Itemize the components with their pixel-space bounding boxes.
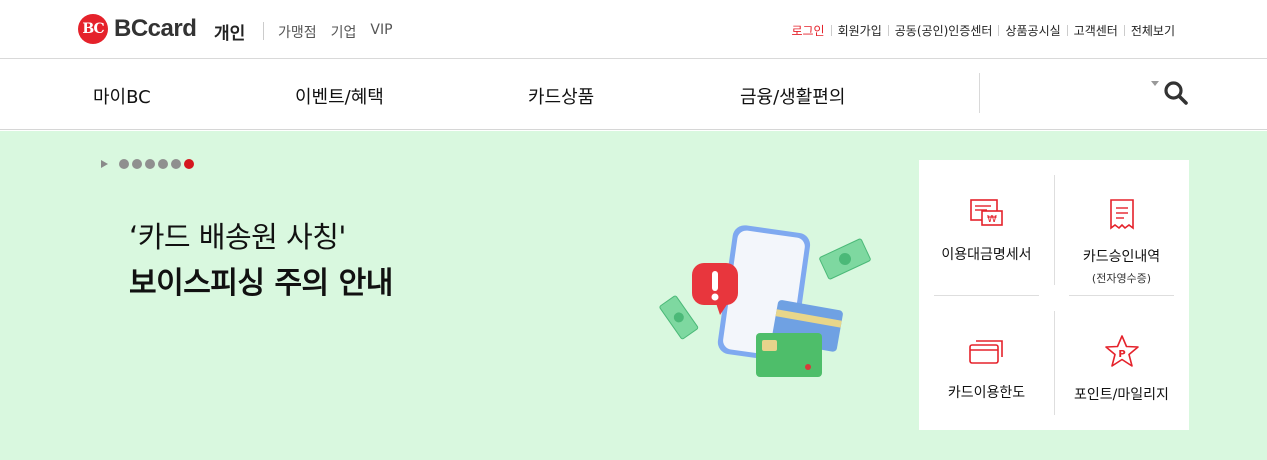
customer-center-link[interactable]: 고객센터 <box>1068 22 1124 39</box>
search-icon[interactable] <box>1163 80 1189 106</box>
signup-link[interactable]: 회원가입 <box>832 22 888 39</box>
quick-label-approval-history: 카드승인내역 <box>1082 249 1161 265</box>
svg-text:₩: ₩ <box>987 214 997 225</box>
slide-dot-5[interactable] <box>171 159 181 169</box>
quick-menu-panel: ₩ 이용대금명세서 카드승인내역 (전자영수증) 카드이용한도 P 포인트/마일… <box>919 160 1189 430</box>
segment-merchant[interactable]: 가맹점 <box>278 22 317 42</box>
main-navigation: 마이BC 이벤트/혜택 카드상품 금융/생활편의 <box>0 60 1267 130</box>
gnb-my-bc[interactable]: 마이BC <box>93 83 151 109</box>
quick-item-card-limit[interactable]: 카드이용한도 <box>919 336 1054 402</box>
quick-item-points-mileage[interactable]: P 포인트/마일리지 <box>1054 334 1189 404</box>
quick-item-approval-history[interactable]: 카드승인내역 (전자영수증) <box>1054 198 1189 286</box>
quick-divider <box>1069 295 1174 296</box>
slide-dot-3[interactable] <box>145 159 155 169</box>
brand-name: BCcard <box>114 15 197 42</box>
segment-personal[interactable]: 개인 <box>214 19 245 44</box>
quick-sub-e-receipt: (전자영수증) <box>1091 272 1152 285</box>
hero-title-line2[interactable]: 보이스피싱 주의 안내 <box>129 258 393 302</box>
quick-label-points: 포인트/마일리지 <box>1074 387 1169 403</box>
gnb-divider <box>979 73 980 113</box>
segment-divider <box>263 22 264 40</box>
segment-vip[interactable]: VIP <box>370 22 392 42</box>
slide-indicators <box>101 159 194 169</box>
card-limit-icon <box>968 340 1003 364</box>
slide-dot-2[interactable] <box>132 159 142 169</box>
gnb-events-benefits[interactable]: 이벤트/혜택 <box>295 83 384 109</box>
slide-dot-1[interactable] <box>119 159 129 169</box>
product-disclosure-link[interactable]: 상품공시실 <box>999 22 1066 39</box>
quick-label-statement: 이용대금명세서 <box>941 247 1032 263</box>
svg-text:P: P <box>1118 349 1125 360</box>
utility-nav: 로그인 회원가입 공동(공인)인증센터 상품공시실 고객센터 전체보기 <box>785 22 1181 39</box>
segment-links: 가맹점 기업 VIP <box>278 22 393 42</box>
certificate-center-link[interactable]: 공동(공인)인증센터 <box>889 22 999 39</box>
slide-dot-4[interactable] <box>158 159 168 169</box>
credit-card-icon <box>756 333 822 377</box>
quick-item-statement[interactable]: ₩ 이용대금명세서 <box>919 198 1054 264</box>
point-star-icon: P <box>1104 335 1139 367</box>
phone-card-warning-illustration <box>659 225 871 377</box>
view-all-link[interactable]: 전체보기 <box>1125 22 1181 39</box>
receipt-icon <box>1109 199 1134 230</box>
quick-label-card-limit: 카드이용한도 <box>947 385 1026 401</box>
gnb-card-products[interactable]: 카드상품 <box>528 83 594 109</box>
slide-dot-6-active[interactable] <box>184 159 194 169</box>
quick-divider <box>934 295 1039 296</box>
segment-corporate[interactable]: 기업 <box>331 22 357 42</box>
top-bar: BC BCcard 개인 가맹점 기업 VIP 로그인 회원가입 공동(공인)인… <box>0 0 1267 59</box>
statement-icon: ₩ <box>969 199 1003 226</box>
search-dropdown-caret-icon[interactable] <box>1151 81 1159 86</box>
hero-banner: ‘카드 배송원 사칭' 보이스피싱 주의 안내 ₩ 이용대금명세서 카드승인내역… <box>0 131 1267 460</box>
hero-title-line1[interactable]: ‘카드 배송원 사칭' <box>129 214 346 256</box>
gnb-finance-life[interactable]: 금융/생활편의 <box>740 83 845 109</box>
money-bill-icon <box>659 295 699 340</box>
bc-logo-mark-icon: BC <box>78 14 108 44</box>
money-bill-icon <box>819 238 871 280</box>
login-link[interactable]: 로그인 <box>785 22 830 39</box>
bccard-logo[interactable]: BC BCcard <box>78 14 197 44</box>
play-icon[interactable] <box>101 160 108 168</box>
